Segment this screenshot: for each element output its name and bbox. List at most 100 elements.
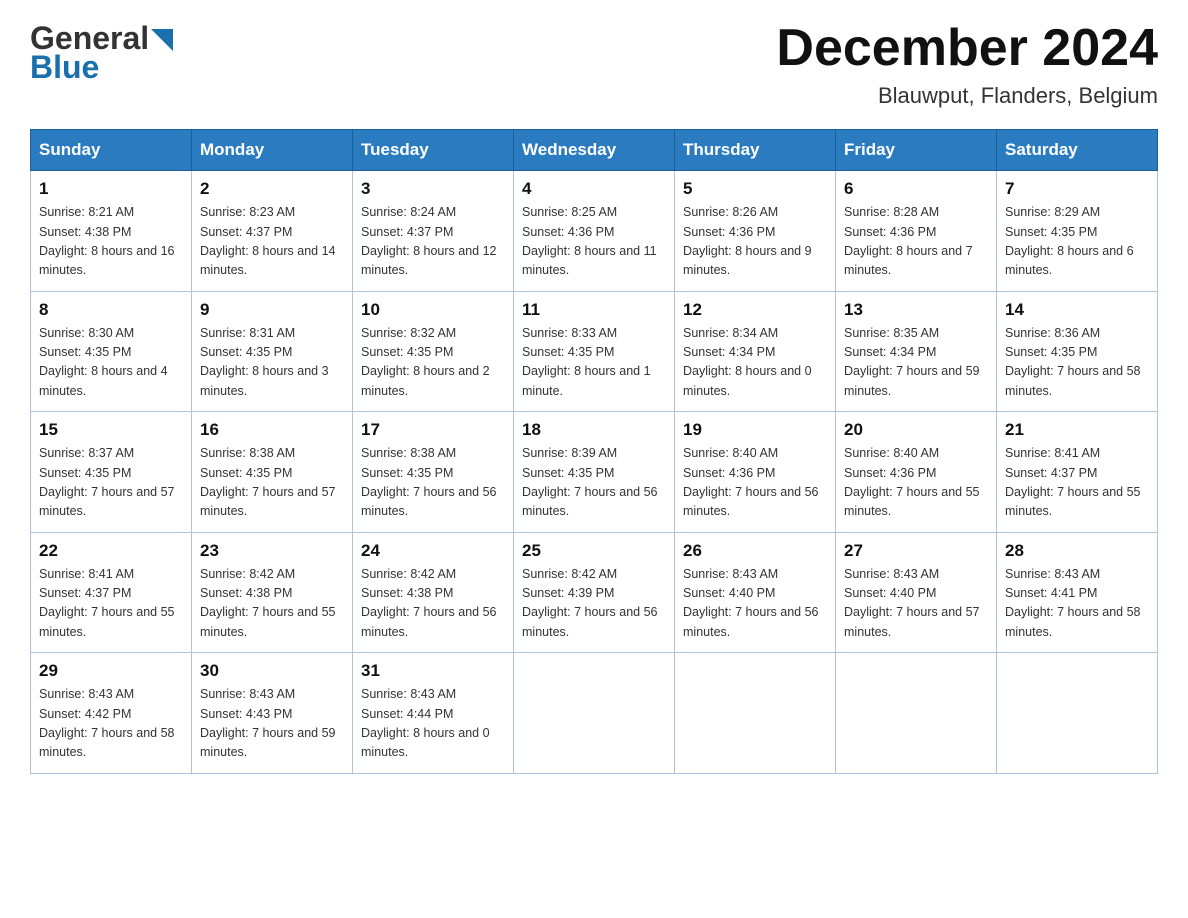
day-number: 11 — [522, 300, 666, 320]
day-number: 15 — [39, 420, 183, 440]
table-row: 15 Sunrise: 8:37 AMSunset: 4:35 PMDayligh… — [31, 412, 192, 533]
title-area: December 2024 Blauwput, Flanders, Belgiu… — [776, 20, 1158, 109]
day-number: 1 — [39, 179, 183, 199]
day-info: Sunrise: 8:23 AMSunset: 4:37 PMDaylight:… — [200, 203, 344, 281]
table-row: 16 Sunrise: 8:38 AMSunset: 4:35 PMDayligh… — [192, 412, 353, 533]
table-row: 20Sunrise: 8:40 AMSunset: 4:36 PMDayligh… — [836, 412, 997, 533]
calendar-table: Sunday Monday Tuesday Wednesday Thursday… — [30, 129, 1158, 774]
table-row: 6 Sunrise: 8:28 AMSunset: 4:36 PMDaylight… — [836, 171, 997, 292]
day-number: 3 — [361, 179, 505, 199]
day-number: 27 — [844, 541, 988, 561]
day-number: 28 — [1005, 541, 1149, 561]
day-number: 18 — [522, 420, 666, 440]
day-number: 12 — [683, 300, 827, 320]
table-row: 24 Sunrise: 8:42 AMSunset: 4:38 PMDayligh… — [353, 532, 514, 653]
day-number: 19 — [683, 420, 827, 440]
table-row — [514, 653, 675, 774]
day-info: Sunrise: 8:41 AMSunset: 4:37 PMDaylight:… — [39, 565, 183, 643]
day-number: 31 — [361, 661, 505, 681]
day-info: Sunrise: 8:29 AMSunset: 4:35 PMDaylight:… — [1005, 203, 1149, 281]
location-subtitle: Blauwput, Flanders, Belgium — [776, 83, 1158, 109]
day-number: 25 — [522, 541, 666, 561]
table-row: 7Sunrise: 8:29 AMSunset: 4:35 PMDaylight… — [997, 171, 1158, 292]
day-info: Sunrise: 8:43 AMSunset: 4:43 PMDaylight:… — [200, 685, 344, 763]
day-number: 29 — [39, 661, 183, 681]
day-number: 26 — [683, 541, 827, 561]
table-row — [836, 653, 997, 774]
day-number: 17 — [361, 420, 505, 440]
page-header: General Blue December 2024 Blauwput, Fla… — [30, 20, 1158, 109]
table-row: 8 Sunrise: 8:30 AMSunset: 4:35 PMDaylight… — [31, 291, 192, 412]
table-row: 21 Sunrise: 8:41 AMSunset: 4:37 PMDayligh… — [997, 412, 1158, 533]
day-info: Sunrise: 8:43 AMSunset: 4:42 PMDaylight:… — [39, 685, 183, 763]
day-number: 10 — [361, 300, 505, 320]
day-number: 5 — [683, 179, 827, 199]
table-row: 4 Sunrise: 8:25 AMSunset: 4:36 PMDaylight… — [514, 171, 675, 292]
logo-arrow-icon — [151, 29, 173, 51]
day-info: Sunrise: 8:30 AMSunset: 4:35 PMDaylight:… — [39, 324, 183, 402]
day-info: Sunrise: 8:42 AMSunset: 4:38 PMDaylight:… — [361, 565, 505, 643]
table-row: 5Sunrise: 8:26 AMSunset: 4:36 PMDaylight… — [675, 171, 836, 292]
day-info: Sunrise: 8:37 AMSunset: 4:35 PMDaylight:… — [39, 444, 183, 522]
calendar-week-row: 1Sunrise: 8:21 AMSunset: 4:38 PMDaylight… — [31, 171, 1158, 292]
day-number: 8 — [39, 300, 183, 320]
day-info: Sunrise: 8:35 AMSunset: 4:34 PMDaylight:… — [844, 324, 988, 402]
day-number: 23 — [200, 541, 344, 561]
col-friday: Friday — [836, 130, 997, 171]
table-row: 17 Sunrise: 8:38 AMSunset: 4:35 PMDayligh… — [353, 412, 514, 533]
table-row: 18Sunrise: 8:39 AMSunset: 4:35 PMDayligh… — [514, 412, 675, 533]
day-number: 30 — [200, 661, 344, 681]
table-row: 29 Sunrise: 8:43 AMSunset: 4:42 PMDayligh… — [31, 653, 192, 774]
day-number: 21 — [1005, 420, 1149, 440]
day-info: Sunrise: 8:31 AMSunset: 4:35 PMDaylight:… — [200, 324, 344, 402]
day-info: Sunrise: 8:42 AMSunset: 4:39 PMDaylight:… — [522, 565, 666, 643]
day-number: 14 — [1005, 300, 1149, 320]
day-number: 13 — [844, 300, 988, 320]
table-row: 31 Sunrise: 8:43 AMSunset: 4:44 PMDayligh… — [353, 653, 514, 774]
table-row: 23 Sunrise: 8:42 AMSunset: 4:38 PMDayligh… — [192, 532, 353, 653]
table-row: 12Sunrise: 8:34 AMSunset: 4:34 PMDayligh… — [675, 291, 836, 412]
day-info: Sunrise: 8:40 AMSunset: 4:36 PMDaylight:… — [683, 444, 827, 522]
day-number: 6 — [844, 179, 988, 199]
calendar-week-row: 22Sunrise: 8:41 AMSunset: 4:37 PMDayligh… — [31, 532, 1158, 653]
day-info: Sunrise: 8:43 AMSunset: 4:44 PMDaylight:… — [361, 685, 505, 763]
day-info: Sunrise: 8:41 AMSunset: 4:37 PMDaylight:… — [1005, 444, 1149, 522]
day-info: Sunrise: 8:28 AMSunset: 4:36 PMDaylight:… — [844, 203, 988, 281]
day-info: Sunrise: 8:43 AMSunset: 4:40 PMDaylight:… — [844, 565, 988, 643]
logo: General Blue — [30, 20, 173, 86]
table-row: 22Sunrise: 8:41 AMSunset: 4:37 PMDayligh… — [31, 532, 192, 653]
month-title: December 2024 — [776, 20, 1158, 77]
table-row: 27 Sunrise: 8:43 AMSunset: 4:40 PMDayligh… — [836, 532, 997, 653]
day-info: Sunrise: 8:38 AMSunset: 4:35 PMDaylight:… — [361, 444, 505, 522]
table-row: 14 Sunrise: 8:36 AMSunset: 4:35 PMDayligh… — [997, 291, 1158, 412]
table-row — [675, 653, 836, 774]
col-wednesday: Wednesday — [514, 130, 675, 171]
calendar-week-row: 15 Sunrise: 8:37 AMSunset: 4:35 PMDayligh… — [31, 412, 1158, 533]
day-number: 24 — [361, 541, 505, 561]
day-number: 4 — [522, 179, 666, 199]
table-row: 25 Sunrise: 8:42 AMSunset: 4:39 PMDayligh… — [514, 532, 675, 653]
day-info: Sunrise: 8:42 AMSunset: 4:38 PMDaylight:… — [200, 565, 344, 643]
day-info: Sunrise: 8:25 AMSunset: 4:36 PMDaylight:… — [522, 203, 666, 281]
table-row: 10 Sunrise: 8:32 AMSunset: 4:35 PMDayligh… — [353, 291, 514, 412]
day-info: Sunrise: 8:36 AMSunset: 4:35 PMDaylight:… — [1005, 324, 1149, 402]
calendar-header-row: Sunday Monday Tuesday Wednesday Thursday… — [31, 130, 1158, 171]
day-info: Sunrise: 8:40 AMSunset: 4:36 PMDaylight:… — [844, 444, 988, 522]
table-row — [997, 653, 1158, 774]
table-row: 13 Sunrise: 8:35 AMSunset: 4:34 PMDayligh… — [836, 291, 997, 412]
table-row: 30 Sunrise: 8:43 AMSunset: 4:43 PMDayligh… — [192, 653, 353, 774]
col-tuesday: Tuesday — [353, 130, 514, 171]
table-row: 11Sunrise: 8:33 AMSunset: 4:35 PMDayligh… — [514, 291, 675, 412]
calendar-week-row: 29 Sunrise: 8:43 AMSunset: 4:42 PMDayligh… — [31, 653, 1158, 774]
table-row: 19 Sunrise: 8:40 AMSunset: 4:36 PMDayligh… — [675, 412, 836, 533]
day-number: 9 — [200, 300, 344, 320]
calendar-week-row: 8 Sunrise: 8:30 AMSunset: 4:35 PMDaylight… — [31, 291, 1158, 412]
day-info: Sunrise: 8:38 AMSunset: 4:35 PMDaylight:… — [200, 444, 344, 522]
day-info: Sunrise: 8:24 AMSunset: 4:37 PMDaylight:… — [361, 203, 505, 281]
day-number: 16 — [200, 420, 344, 440]
table-row: 2 Sunrise: 8:23 AMSunset: 4:37 PMDaylight… — [192, 171, 353, 292]
day-number: 2 — [200, 179, 344, 199]
table-row: 3 Sunrise: 8:24 AMSunset: 4:37 PMDaylight… — [353, 171, 514, 292]
day-info: Sunrise: 8:32 AMSunset: 4:35 PMDaylight:… — [361, 324, 505, 402]
col-thursday: Thursday — [675, 130, 836, 171]
